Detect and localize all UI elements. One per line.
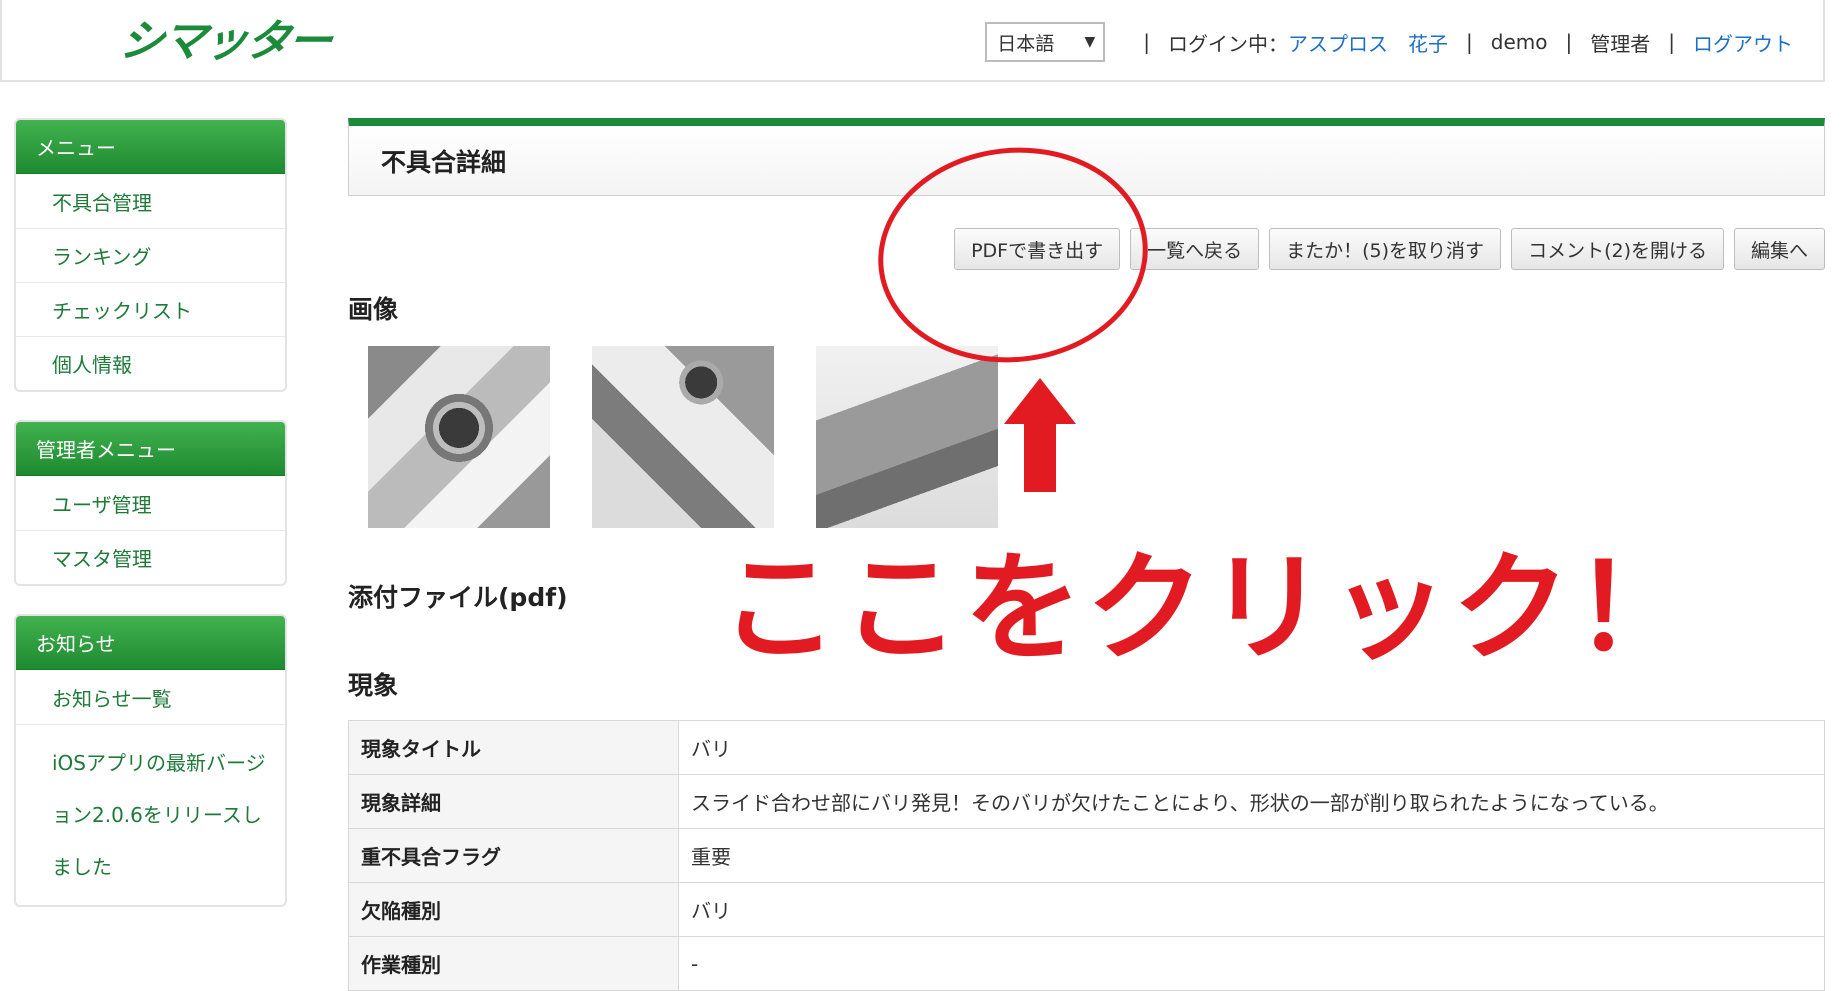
language-value: 日本語 — [997, 32, 1055, 55]
image-gallery — [368, 346, 998, 528]
arrow-up-icon — [1004, 378, 1076, 492]
phenomenon-heading: 現象 — [348, 671, 399, 700]
table-value: バリ — [678, 882, 1825, 937]
login-label: ログイン中： — [1168, 31, 1289, 56]
separator: | — [1466, 30, 1473, 54]
sidebar-item-news-list[interactable]: お知らせ一覧 — [16, 670, 285, 724]
images-heading: 画像 — [348, 295, 399, 324]
separator: | — [1668, 30, 1675, 54]
table-key: 現象詳細 — [348, 774, 679, 829]
table-value: - — [678, 936, 1825, 991]
logo-text: シマッター — [116, 16, 334, 67]
logout-link[interactable]: ログアウト — [1693, 28, 1793, 57]
app-logo[interactable]: シマッター — [116, 14, 333, 70]
top-header: シマッター 日本語 ▼ | ログイン中： アスプロス 花子 | demo | 管… — [0, 0, 1825, 82]
header-user-bar: 日本語 ▼ | ログイン中： アスプロス 花子 | demo | 管理者 | ロ… — [985, 22, 1793, 62]
sidebar-item-ranking[interactable]: ランキング — [16, 228, 285, 282]
click-here-annotation: ここをクリック！ — [720, 539, 1697, 677]
sidebar-item-defect-management[interactable]: 不具合管理 — [16, 174, 285, 228]
role-label: 管理者 — [1590, 31, 1651, 56]
table-row: 欠陥種別 バリ — [348, 882, 1825, 937]
table-row: 作業種別 - — [348, 936, 1825, 991]
sidebar-item-personal-info[interactable]: 個人情報 — [16, 336, 285, 390]
chevron-down-icon: ▼ — [1084, 34, 1096, 50]
table-key: 現象タイトル — [348, 720, 679, 775]
table-key: 作業種別 — [348, 936, 679, 991]
sidebar-item-master-management[interactable]: マスタ管理 — [16, 530, 285, 584]
separator: | — [1143, 30, 1151, 54]
sidebar-news-title: お知らせ — [16, 616, 285, 670]
sidebar-menu-title: メニュー — [16, 120, 285, 174]
table-row: 現象詳細 スライド合わせ部にバリ発見！そのバリが欠けたことにより、形状の一部が削… — [348, 774, 1825, 829]
table-key: 欠陥種別 — [348, 882, 679, 937]
language-select[interactable]: 日本語 ▼ — [985, 22, 1106, 62]
defect-image-thumbnail[interactable] — [592, 346, 774, 528]
table-key: 重不具合フラグ — [348, 828, 679, 883]
sidebar-admin-title: 管理者メニュー — [16, 422, 285, 476]
back-to-list-button[interactable]: 一覧へ戻る — [1130, 228, 1260, 270]
table-value: 重要 — [678, 828, 1825, 883]
separator: | — [1565, 30, 1573, 54]
table-value: スライド合わせ部にバリ発見！そのバリが欠けたことにより、形状の一部が削り取られた… — [678, 774, 1825, 829]
sidebar-news-panel: お知らせ お知らせ一覧 iOSアプリの最新バージョン2.0.6をリリースしました — [14, 614, 287, 907]
phenomenon-table: 現象タイトル バリ 現象詳細 スライド合わせ部にバリ発見！そのバリが欠けたことに… — [348, 720, 1825, 991]
attachments-heading: 添付ファイル(pdf) — [348, 583, 568, 612]
sidebar-admin-panel: 管理者メニュー ユーザ管理 マスタ管理 — [14, 420, 287, 586]
edit-button[interactable]: 編集へ — [1733, 228, 1825, 270]
page-title: 不具合詳細 — [381, 147, 507, 177]
sidebar-item-user-management[interactable]: ユーザ管理 — [16, 476, 285, 530]
table-value: バリ — [678, 720, 1825, 775]
user-name-link[interactable]: アスプロス 花子 — [1288, 28, 1448, 57]
table-row: 現象タイトル バリ — [348, 720, 1825, 775]
cancel-again-button[interactable]: またか！(5)を取り消す — [1269, 228, 1502, 270]
defect-image-thumbnail[interactable] — [816, 346, 998, 528]
sidebar-menu-panel: メニュー 不具合管理 ランキング チェックリスト 個人情報 — [14, 118, 287, 392]
sidebar-item-news-ios-release[interactable]: iOSアプリの最新バージョン2.0.6をリリースしました — [16, 724, 285, 905]
open-comments-button[interactable]: コメント(2)を開ける — [1511, 228, 1724, 270]
table-row: 重不具合フラグ 重要 — [348, 828, 1825, 883]
defect-image-thumbnail[interactable] — [368, 346, 550, 528]
company-name: demo — [1490, 30, 1548, 54]
sidebar-item-checklist[interactable]: チェックリスト — [16, 282, 285, 336]
